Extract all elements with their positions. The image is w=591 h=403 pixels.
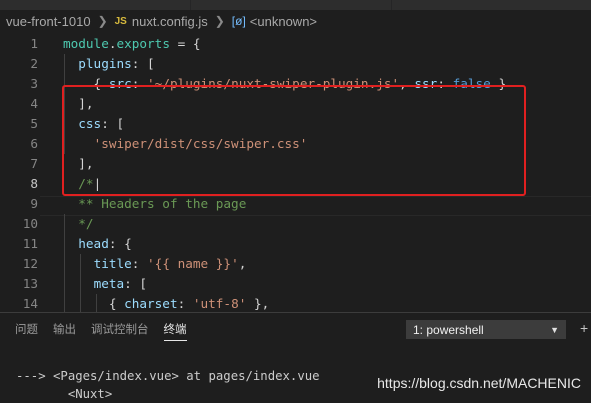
code-text: plugins: [ — [63, 54, 155, 74]
breadcrumb-symbol[interactable]: [ø] <unknown> — [232, 14, 317, 29]
terminal-select-value: 1: powershell — [413, 323, 484, 337]
code-line: 12 title: '{{ name }}', — [0, 254, 591, 274]
code-token: }, — [246, 296, 270, 311]
code-text: */ — [63, 214, 94, 234]
code-token: head — [78, 236, 109, 251]
editor-tab[interactable] — [392, 0, 591, 10]
code-line: 9 ** Headers of the page — [0, 194, 591, 214]
code-token: title — [93, 256, 132, 271]
tab-terminal[interactable]: 终端 — [163, 313, 187, 347]
code-text: head: { — [63, 234, 132, 254]
line-number: 12 — [22, 256, 38, 271]
code-line: 14 { charset: 'utf-8' }, — [0, 294, 591, 312]
line-number: 13 — [22, 276, 38, 291]
line-number: 8 — [30, 176, 38, 191]
indent-guide — [64, 214, 65, 312]
editor-tab-strip — [0, 0, 591, 10]
watermark: https://blog.csdn.net/MACHENIC — [377, 375, 581, 391]
code-line: 10 */ — [0, 214, 591, 234]
code-token: exports — [116, 36, 170, 51]
breadcrumb-folder[interactable]: vue-front-1010 — [6, 14, 91, 29]
symbol-variable-icon: [ø] — [231, 14, 246, 28]
code-text: { charset: 'utf-8' }, — [63, 294, 269, 312]
line-number: 11 — [22, 236, 38, 251]
terminal-line: ---> <Pages/index.vue> at pages/index.vu… — [16, 369, 320, 383]
tab-problems[interactable]: 问题 — [15, 313, 38, 347]
code-text: module.exports = { — [63, 34, 201, 54]
code-editor[interactable]: 1 module.exports = {2 plugins: [3 { src: … — [0, 32, 591, 312]
code-line: 11 head: { — [0, 234, 591, 254]
breadcrumb-folder-label: vue-front-1010 — [6, 13, 91, 29]
breadcrumb-file[interactable]: JS nuxt.config.js — [115, 14, 208, 29]
code-token: module — [63, 36, 109, 51]
indent-guide — [96, 294, 97, 312]
code-line: 13 meta: [ — [0, 274, 591, 294]
chevron-right-icon: ❯ — [214, 14, 225, 28]
line-number: 14 — [22, 296, 38, 311]
line-number: 6 — [30, 136, 38, 151]
code-token: */ — [78, 216, 94, 231]
terminal-select[interactable]: 1: powershell ▼ — [406, 320, 566, 339]
line-number: 4 — [30, 96, 38, 111]
line-number: 3 — [30, 76, 38, 91]
breadcrumb-file-label: nuxt.config.js — [131, 13, 208, 29]
code-token: , — [238, 256, 247, 271]
code-token: = { — [169, 36, 201, 51]
line-number: 5 — [30, 116, 38, 131]
code-token: '{{ name }}' — [147, 256, 239, 271]
add-terminal-button[interactable]: + — [580, 320, 588, 336]
code-line: 1 module.exports = { — [0, 34, 591, 54]
line-number: 10 — [22, 216, 38, 231]
code-token: 'utf-8' — [192, 296, 247, 311]
editor-tab[interactable] — [0, 0, 191, 10]
code-token: { — [63, 296, 125, 311]
line-number: 7 — [30, 156, 38, 171]
terminal-line: <Nuxt> — [16, 387, 113, 401]
code-token: : — [177, 296, 193, 311]
code-token: charset — [124, 296, 178, 311]
editor-tab[interactable] — [191, 0, 392, 10]
chevron-right-icon: ❯ — [97, 14, 108, 28]
code-token: : [ — [124, 276, 148, 291]
code-token: plugins — [78, 56, 132, 71]
code-token: ** Headers of the page — [78, 196, 247, 211]
code-line: 2 plugins: [ — [0, 54, 591, 74]
code-text: meta: [ — [63, 274, 147, 294]
chevron-down-icon: ▼ — [550, 325, 559, 335]
tab-debug-console[interactable]: 调试控制台 — [91, 313, 149, 347]
code-text: title: '{{ name }}', — [63, 254, 247, 274]
code-token: : [ — [131, 56, 155, 71]
tab-output[interactable]: 输出 — [53, 313, 76, 347]
code-token: : { — [108, 236, 132, 251]
panel-tabs: 问题 输出 调试控制台 终端 — [0, 313, 187, 347]
line-number: 2 — [30, 56, 38, 71]
highlight-annotation-box — [62, 85, 526, 196]
code-token: : — [131, 256, 148, 271]
breadcrumb-symbol-label: <unknown> — [249, 13, 318, 29]
javascript-file-icon: JS — [114, 15, 127, 27]
indent-guide — [80, 254, 81, 312]
breadcrumb: vue-front-1010 ❯ JS nuxt.config.js ❯ [ø]… — [0, 10, 591, 32]
line-number: 9 — [30, 196, 38, 211]
code-text: ** Headers of the page — [63, 194, 246, 214]
code-token: meta — [93, 276, 125, 291]
line-number: 1 — [30, 36, 38, 51]
